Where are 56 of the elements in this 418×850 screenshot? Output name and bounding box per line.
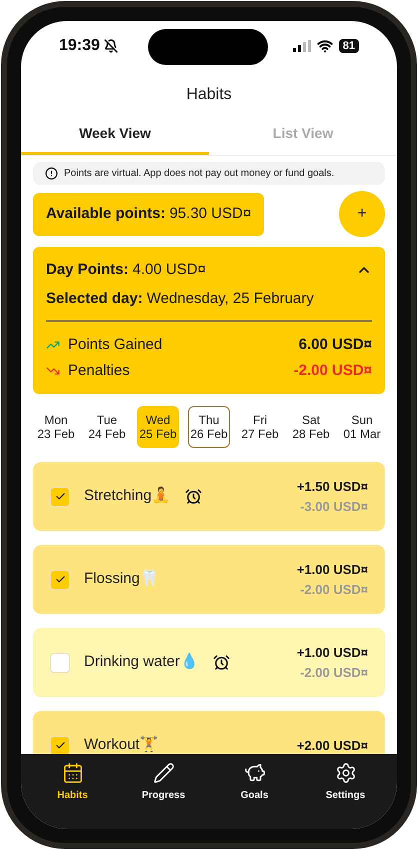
habit-checkbox[interactable] bbox=[50, 486, 70, 506]
habit-checkbox[interactable] bbox=[50, 736, 70, 754]
day-button[interactable]: Thu 26 Feb bbox=[188, 406, 230, 448]
page-title: Habits bbox=[186, 85, 232, 105]
selected-day-value: Wednesday, 25 February bbox=[146, 288, 314, 308]
piggy-bank-icon bbox=[244, 762, 266, 784]
day-button[interactable]: Sun 01 Mar bbox=[341, 406, 383, 448]
day-points-label: Day Points: bbox=[46, 260, 129, 280]
day-button[interactable]: Wed 25 Feb bbox=[137, 406, 179, 448]
available-points-label: Available points: bbox=[46, 204, 166, 224]
calendar-icon bbox=[62, 762, 84, 784]
alert-icon bbox=[45, 167, 58, 180]
available-points-value: 95.30 USD¤ bbox=[169, 204, 252, 224]
nav-tab[interactable]: Settings bbox=[310, 762, 380, 803]
add-button[interactable]: + bbox=[339, 191, 385, 237]
habit-name: Workout🏋 bbox=[84, 734, 159, 754]
habit-card[interactable]: Stretching🧘 +1.50 USD¤ -3.00 USD¤ bbox=[33, 462, 385, 531]
habit-card[interactable]: Workout🏋 +2.00 USD¤ bbox=[33, 711, 385, 754]
habit-penalty: -2.00 USD¤ bbox=[300, 580, 368, 598]
summary-label: Points Gained bbox=[68, 334, 162, 355]
nav-tab[interactable]: Goals bbox=[220, 762, 290, 803]
signal-icon bbox=[292, 40, 311, 52]
pencil-icon bbox=[152, 762, 174, 784]
summary-value: -2.00 USD¤ bbox=[294, 360, 372, 381]
status-time: 19:39 bbox=[59, 36, 100, 56]
wifi-icon bbox=[316, 38, 333, 54]
day-button[interactable]: Sat 28 Feb bbox=[290, 406, 332, 448]
habit-name: Stretching🧘 bbox=[84, 486, 171, 506]
habit-card[interactable]: Flossing🦷 +1.00 USD¤ -2.00 USD¤ bbox=[33, 545, 385, 614]
selected-day-label: Selected day: bbox=[46, 288, 143, 308]
day-button[interactable]: Mon 23 Feb bbox=[35, 406, 77, 448]
day-points-value: 4.00 USD¤ bbox=[132, 260, 206, 280]
view-tab[interactable]: Week View bbox=[21, 123, 209, 155]
summary-label: Penalties bbox=[68, 360, 130, 381]
habit-reward: +1.00 USD¤ bbox=[296, 644, 368, 662]
day-button[interactable]: Fri 27 Feb bbox=[239, 406, 281, 448]
summary-value: 6.00 USD¤ bbox=[298, 334, 372, 355]
nav-tab[interactable]: Habits bbox=[38, 762, 108, 803]
habit-penalty: -2.00 USD¤ bbox=[300, 664, 368, 682]
check-icon bbox=[54, 574, 66, 585]
habit-card[interactable]: Drinking water💧 +1.00 USD¤ -2.00 USD¤ bbox=[33, 628, 385, 697]
habit-reward: +2.00 USD¤ bbox=[296, 736, 368, 754]
habit-name: Flossing🦷 bbox=[84, 569, 159, 590]
nav-tab[interactable]: Progress bbox=[128, 762, 198, 803]
habit-reward: +1.00 USD¤ bbox=[296, 561, 368, 579]
habit-name: Drinking water💧 bbox=[84, 652, 199, 672]
notice-text: Points are virtual. App does not pay out money or fund goals. bbox=[64, 167, 334, 181]
battery-indicator: 81 bbox=[338, 39, 359, 53]
check-icon bbox=[54, 740, 66, 751]
habit-checkbox[interactable] bbox=[50, 570, 70, 590]
habit-checkbox[interactable] bbox=[50, 652, 70, 672]
check-icon bbox=[54, 491, 66, 502]
day-button[interactable]: Tue 24 Feb bbox=[86, 406, 128, 448]
habit-penalty: -3.00 USD¤ bbox=[300, 498, 368, 516]
settings-icon bbox=[334, 762, 356, 784]
habit-reward: +1.50 USD¤ bbox=[296, 478, 368, 496]
